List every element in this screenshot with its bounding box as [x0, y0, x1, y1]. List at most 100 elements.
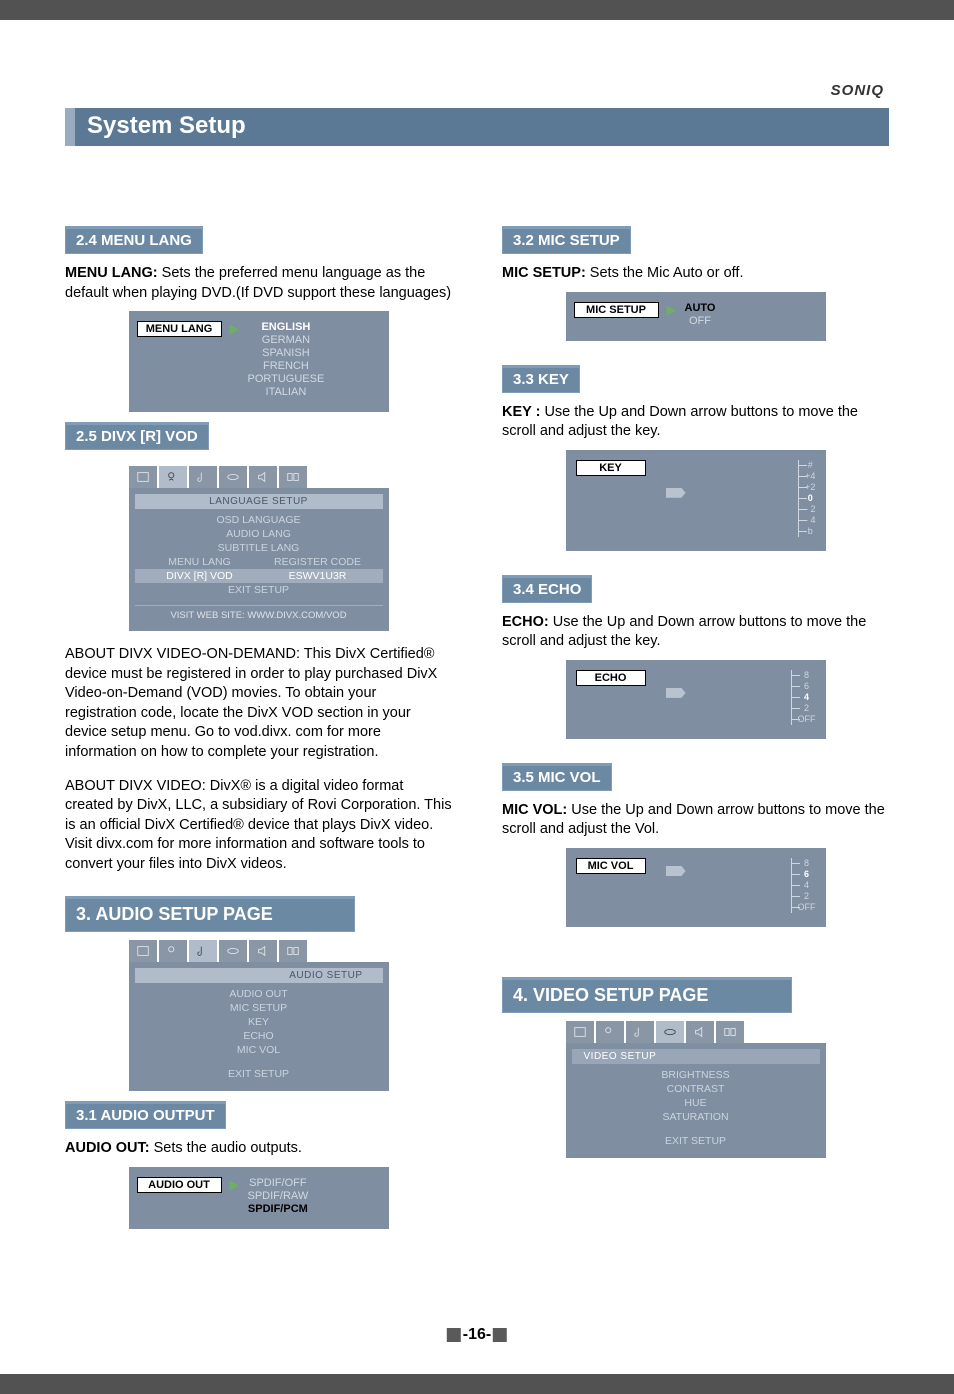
row-mic-setup: MIC SETUP [141, 1002, 377, 1014]
video-menu-box: VIDEO SETUP BRIGHTNESS CONTRAST HUE SATU… [566, 1043, 826, 1158]
tab-language-icon [596, 1021, 624, 1043]
scale-v: 2 [798, 891, 816, 902]
scale-v: 2 [798, 703, 816, 714]
echo-lead: ECHO: [502, 614, 549, 630]
divx-menu-box: LANGUAGE SETUP OSD LANGUAGE AUDIO LANG S… [129, 488, 389, 631]
row-osd-lang: OSD LANGUAGE [141, 514, 377, 526]
section-3-5-text: MIC VOL: Use the Up and Down arrow butto… [502, 801, 889, 840]
tab-language-icon [159, 940, 187, 962]
section-2-4-head: 2.4 MENU LANG [65, 226, 203, 254]
mic-setup-options: AUTO OFF [685, 302, 716, 327]
tab-general-icon [129, 466, 157, 488]
arrow-right-icon: ▶ [230, 1177, 240, 1193]
section-3-head: 3. AUDIO SETUP PAGE [65, 896, 355, 932]
opt-french: FRENCH [248, 360, 325, 372]
micvol-label: MIC VOL [576, 858, 646, 874]
row-register-code: REGISTER CODE [259, 556, 377, 568]
pointer-icon [666, 688, 686, 698]
arrow-right-icon: ▶ [230, 321, 240, 337]
page-num-decor-right [493, 1328, 507, 1342]
row-exit-setup-3: EXIT SETUP [578, 1135, 814, 1147]
key-scale: # +4 +2 0 - 2 - 4 b [798, 460, 816, 537]
arrow-right-icon: ▶ [667, 302, 677, 318]
audio-out-body: Sets the audio outputs. [150, 1140, 302, 1156]
tab-speaker-icon [686, 1021, 714, 1043]
echo-scale: 8 6 4 2 OFF [791, 670, 816, 725]
content-columns: 2.4 MENU LANG MENU LANG: Sets the prefer… [65, 216, 889, 1229]
audio-banner: AUDIO SETUP [135, 968, 383, 983]
opt-italian: ITALIAN [248, 386, 325, 398]
echo-label: ECHO [576, 670, 646, 686]
section-3-4-head: 3.4 ECHO [502, 575, 592, 603]
tab-audio-icon [189, 940, 217, 962]
row-audio-lang: AUDIO LANG [141, 528, 377, 540]
section-3-4-text: ECHO: Use the Up and Down arrow buttons … [502, 613, 889, 652]
row-echo: ECHO [141, 1030, 377, 1042]
brand-logo: SONIQ [831, 82, 884, 99]
row-exit-setup-2: EXIT SETUP [141, 1068, 377, 1080]
section-3-3-text: KEY : Use the Up and Down arrow buttons … [502, 403, 889, 442]
row-audio-out: AUDIO OUT [141, 988, 377, 1000]
tab-general-icon [129, 940, 157, 962]
tab-audio-icon [189, 466, 217, 488]
right-column: 3.2 MIC SETUP MIC SETUP: Sets the Mic Au… [502, 216, 889, 1229]
row-hue: HUE [578, 1097, 814, 1109]
audio-menu-box: AUDIO SETUP AUDIO OUT MIC SETUP KEY ECHO… [129, 962, 389, 1091]
scale-v: 8 [798, 670, 816, 681]
section-3-3-head: 3.3 KEY [502, 365, 580, 393]
menu-lang-osd: MENU LANG ▶ ENGLISH GERMAN SPANISH FRENC… [129, 311, 389, 412]
audio-out-lead: AUDIO OUT: [65, 1140, 150, 1156]
tab-speaker-icon [249, 940, 277, 962]
opt-spdif-off: SPDIF/OFF [248, 1177, 309, 1189]
opt-off: OFF [685, 315, 716, 327]
mic-setup-body: Sets the Mic Auto or off. [586, 265, 744, 281]
pointer-icon [666, 866, 686, 876]
key-body: Use the Up and Down arrow buttons to mov… [502, 404, 858, 440]
menu-lang-label: MENU LANG [137, 321, 222, 337]
divx-banner: LANGUAGE SETUP [135, 494, 383, 509]
echo-osd: ECHO 8 6 4 2 OFF [566, 660, 826, 739]
opt-auto: AUTO [685, 302, 716, 314]
scale-v: 4 [798, 880, 816, 891]
tab-dolby-icon [279, 466, 307, 488]
menu-lang-options: ENGLISH GERMAN SPANISH FRENCH PORTUGUESE… [248, 321, 325, 398]
scale-v: OFF [798, 902, 816, 913]
micvol-scale: 8 6 4 2 OFF [791, 858, 816, 913]
section-3-5-head: 3.5 MIC VOL [502, 763, 612, 791]
video-banner: VIDEO SETUP [572, 1049, 820, 1064]
tab-icons [129, 466, 389, 488]
opt-english: ENGLISH [248, 321, 325, 333]
row-code-value: ESWV1U3R [259, 570, 377, 582]
section-3-1-head: 3.1 AUDIO OUTPUT [65, 1101, 226, 1129]
echo-body: Use the Up and Down arrow buttons to mov… [502, 614, 866, 650]
row-divx-vod: DIVX [R] VOD [141, 570, 259, 582]
row-menu-lang: MENU LANG [141, 556, 259, 568]
page-number: -16- [447, 1326, 507, 1344]
tab-general-icon [566, 1021, 594, 1043]
tab-dolby-icon [716, 1021, 744, 1043]
tab-language-icon [159, 466, 187, 488]
tab-video-icon [219, 940, 247, 962]
section-3-1-text: AUDIO OUT: Sets the audio outputs. [65, 1139, 452, 1159]
row-key: KEY [141, 1016, 377, 1028]
key-label: KEY [576, 460, 646, 476]
opt-spdif-pcm: SPDIF/PCM [248, 1203, 309, 1215]
row-brightness: BRIGHTNESS [578, 1069, 814, 1081]
divx-vod-para: ABOUT DIVX VIDEO-ON-DEMAND: This DivX Ce… [65, 645, 452, 762]
video-tab-icons [566, 1021, 826, 1043]
scale-v: 6 [798, 681, 816, 692]
section-2-4-lead: MENU LANG: [65, 265, 158, 281]
row-contrast: CONTRAST [578, 1083, 814, 1095]
micvol-osd: MIC VOL 8 6 4 2 OFF [566, 848, 826, 927]
divx-footer: VISIT WEB SITE: WWW.DIVX.COM/VOD [135, 605, 383, 621]
pointer-icon [666, 488, 686, 498]
opt-portuguese: PORTUGUESE [248, 373, 325, 385]
page-title: System Setup [65, 108, 889, 146]
section-3-2-text: MIC SETUP: Sets the Mic Auto or off. [502, 264, 889, 284]
row-exit-setup: EXIT SETUP [141, 584, 377, 596]
scale-v: OFF [798, 714, 816, 725]
row-mic-vol: MIC VOL [141, 1044, 377, 1056]
audio-out-osd: AUDIO OUT ▶ SPDIF/OFF SPDIF/RAW SPDIF/PC… [129, 1167, 389, 1229]
scale-v-cur: 6 [798, 869, 816, 880]
page: SONIQ System Setup 2.4 MENU LANG MENU LA… [0, 20, 954, 1374]
